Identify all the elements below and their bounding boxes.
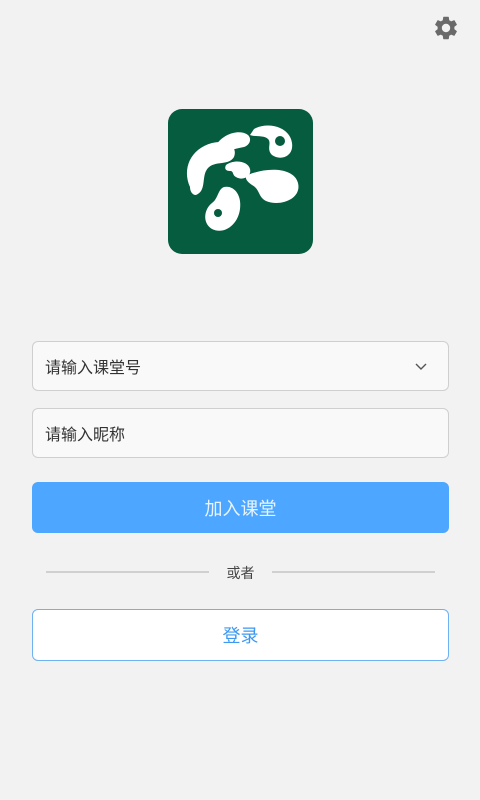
divider-right bbox=[272, 571, 435, 573]
divider-left bbox=[46, 571, 209, 573]
chevron-down-icon[interactable] bbox=[414, 359, 428, 373]
or-label: 或者 bbox=[226, 566, 255, 582]
login-button[interactable]: 登录 bbox=[32, 609, 449, 661]
nickname-input[interactable]: 请输入昵称 bbox=[32, 408, 449, 458]
nickname-placeholder: 请输入昵称 bbox=[45, 425, 126, 444]
classroom-number-placeholder: 请输入课堂号 bbox=[45, 358, 142, 377]
settings-button[interactable] bbox=[432, 14, 460, 42]
gear-icon bbox=[435, 16, 457, 40]
classroom-number-dropdown[interactable]: 请输入课堂号 bbox=[32, 341, 449, 391]
join-classroom-button[interactable]: 加入课堂 bbox=[32, 482, 449, 533]
app-logo bbox=[168, 109, 313, 254]
